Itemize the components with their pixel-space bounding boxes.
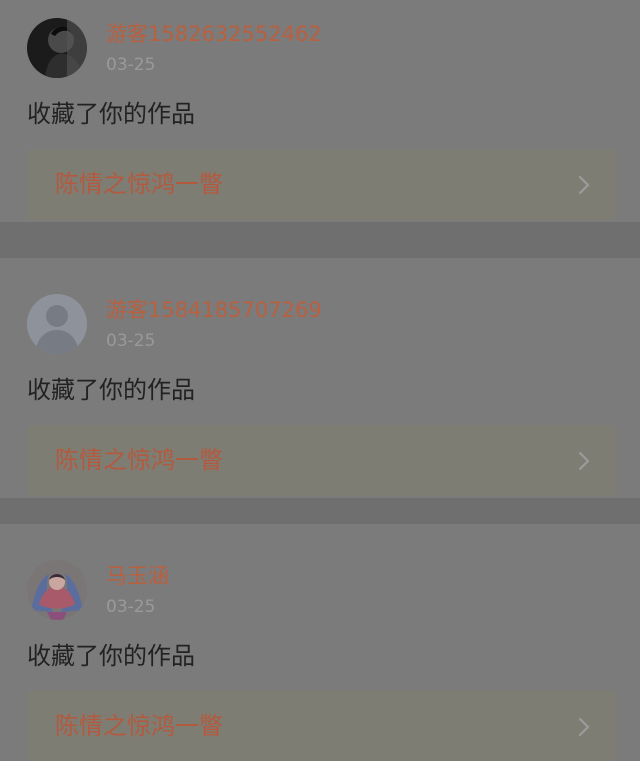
dark-photo-avatar-icon [27, 18, 87, 78]
work-link[interactable]: 陈情之惊鸿一瞥 [27, 691, 617, 761]
work-link[interactable]: 陈情之惊鸿一瞥 [27, 425, 617, 496]
work-title: 陈情之惊鸿一瞥 [55, 170, 223, 198]
avatar[interactable] [27, 294, 87, 354]
timestamp: 03-25 [106, 331, 156, 351]
work-title: 陈情之惊鸿一瞥 [55, 712, 223, 740]
username[interactable]: 马玉涵 [106, 562, 169, 590]
work-title: 陈情之惊鸿一瞥 [55, 446, 223, 474]
avatar[interactable] [27, 18, 87, 78]
work-link[interactable]: 陈情之惊鸿一瞥 [27, 149, 617, 220]
timestamp: 03-25 [106, 597, 156, 617]
avatar[interactable] [27, 560, 87, 620]
notification-feed: 游客1582632552462 03-25 收藏了你的作品 陈情之惊鸿一瞥 游客… [0, 0, 640, 761]
notification-card: 游客1582632552462 03-25 收藏了你的作品 陈情之惊鸿一瞥 [0, 0, 640, 222]
chevron-right-icon [577, 175, 591, 195]
chevron-right-icon [577, 451, 591, 471]
notification-card: 马玉涵 03-25 收藏了你的作品 陈情之惊鸿一瞥 [0, 524, 640, 761]
illustrated-character-avatar-icon [27, 560, 87, 620]
action-text: 收藏了你的作品 [27, 100, 195, 128]
default-user-avatar-icon [27, 294, 87, 354]
notification-card: 游客1584185707269 03-25 收藏了你的作品 陈情之惊鸿一瞥 [0, 258, 640, 498]
action-text: 收藏了你的作品 [27, 642, 195, 670]
timestamp: 03-25 [106, 55, 156, 75]
username[interactable]: 游客1582632552462 [106, 20, 322, 48]
chevron-right-icon [577, 717, 591, 737]
action-text: 收藏了你的作品 [27, 376, 195, 404]
username[interactable]: 游客1584185707269 [106, 296, 322, 324]
